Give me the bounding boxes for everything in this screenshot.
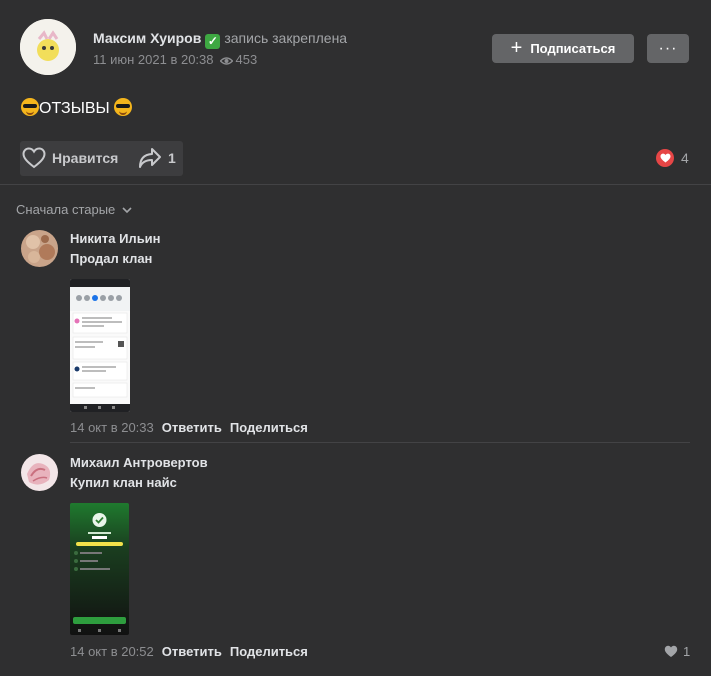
comment-avatar[interactable] [21,454,58,491]
comment-text: Купил клан найс [70,475,177,490]
post-meta: 11 июн 2021 в 20:38 453 [93,52,257,69]
sunglasses-emoji-icon [114,98,133,116]
comment-date[interactable]: 14 окт в 20:33 [70,420,154,435]
reactions-summary[interactable]: 4 [656,149,689,167]
more-icon: ··· [658,39,678,57]
divider [0,184,711,185]
post-author-name[interactable]: Максим Хуиров [93,30,201,46]
reply-button[interactable]: Ответить [162,420,222,435]
comment-author[interactable]: Михаил Антровертов [70,455,208,470]
comment-like-count: 1 [683,644,691,659]
heart-icon [664,645,678,657]
reaction-count: 4 [681,150,689,166]
like-label: Нравится [52,150,119,166]
more-button[interactable]: ··· [647,34,689,63]
comment-image[interactable] [70,279,130,412]
pinned-label: запись закреплена [224,30,348,46]
share-comment-button[interactable]: Поделиться [230,644,308,659]
heart-reaction-icon [656,149,674,167]
verified-icon: ✓ [205,34,221,49]
post-date[interactable]: 11 июн 2021 в 20:38 [93,52,214,67]
sunglasses-emoji-icon [21,98,39,116]
share-comment-button[interactable]: Поделиться [230,420,308,435]
share-count: 1 [168,150,176,166]
comment-footer: 14 окт в 20:33 Ответить Поделиться [70,420,308,435]
sort-label: Сначала старые [16,202,116,217]
eye-icon [219,54,233,69]
comment-image[interactable] [70,503,129,635]
subscribe-label: Подписаться [530,41,616,56]
comment-author[interactable]: Никита Ильин [70,231,161,246]
share-button[interactable]: 1 [138,147,176,169]
views-count: 453 [235,52,258,67]
comment-divider [70,442,690,443]
comment-text: Продал клан [70,251,153,266]
heart-icon [22,147,46,169]
subscribe-button[interactable]: + Подписаться [492,34,634,63]
post-text: ОТЗЫВЫ [21,98,133,118]
comment-avatar[interactable] [21,230,58,267]
comment-date[interactable]: 14 окт в 20:52 [70,644,154,659]
sort-dropdown[interactable]: Сначала старые [16,202,132,217]
plus-icon: + [510,36,523,59]
comment-footer: 14 окт в 20:52 Ответить Поделиться [70,644,308,659]
author-avatar[interactable] [20,19,76,75]
comment-like-button[interactable]: 1 [664,644,690,659]
like-button[interactable]: Нравится [22,147,118,169]
reply-button[interactable]: Ответить [162,644,222,659]
share-icon [139,148,161,168]
chevron-down-icon [122,207,132,214]
post-author-line: Максим Хуиров ✓ запись закреплена [93,30,347,49]
post-text-content: ОТЗЫВЫ [39,100,110,117]
